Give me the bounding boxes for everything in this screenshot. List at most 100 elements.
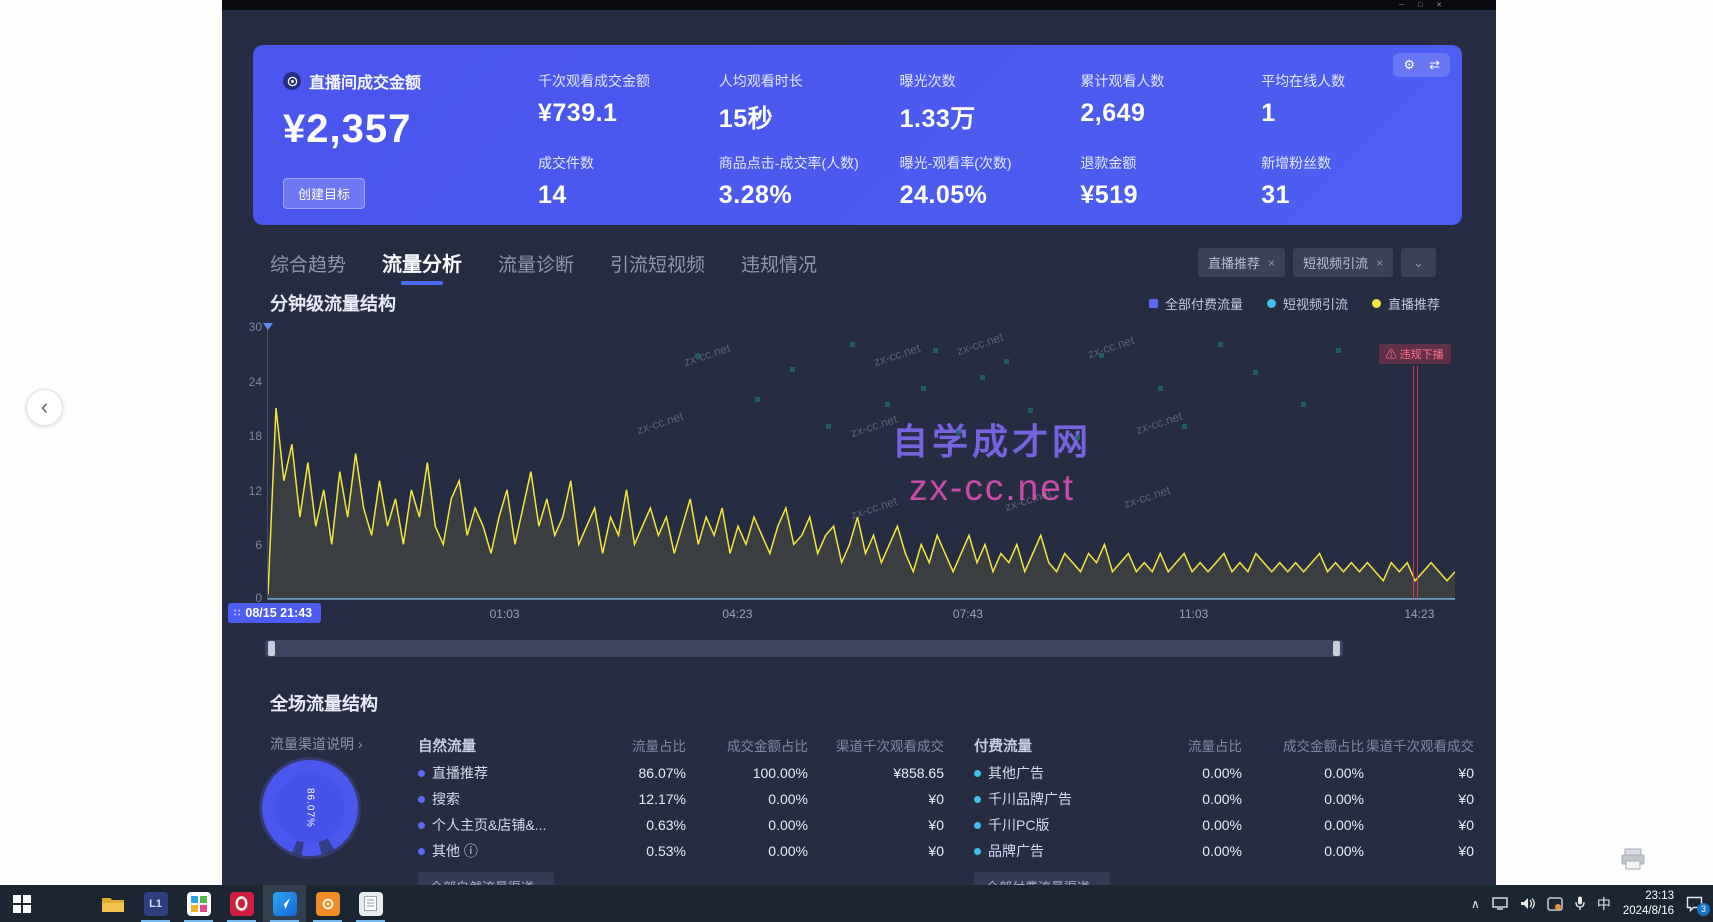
start-button[interactable] xyxy=(0,885,43,922)
filter-chip-live-recommend[interactable]: 直播推荐 × xyxy=(1198,248,1285,277)
x-tick: 04:23 xyxy=(722,607,752,621)
metric-cell: 成交件数 14 xyxy=(538,153,709,210)
printer-icon[interactable] xyxy=(1621,848,1645,870)
y-tick: 12 xyxy=(238,484,262,498)
snip-tool-icon[interactable] xyxy=(1547,897,1563,911)
tab-traffic-analysis[interactable]: 流量分析 xyxy=(382,248,462,285)
primary-metric-value: ¥2,357 xyxy=(283,107,538,152)
opera-icon xyxy=(230,892,254,916)
microphone-icon[interactable] xyxy=(1575,896,1585,911)
legend-item-paid[interactable]: 全部付费流量 xyxy=(1149,294,1243,313)
channel-explain-link[interactable]: 流量渠道说明 › xyxy=(270,734,363,754)
decor-speck xyxy=(1158,386,1163,391)
filter-chip-short-video[interactable]: 短视频引流 × xyxy=(1293,248,1393,277)
create-goal-button[interactable]: 创建目标 xyxy=(283,178,365,209)
all-paid-channels-link[interactable]: 全部付费流量渠道 › xyxy=(974,872,1110,885)
decor-speck xyxy=(1182,424,1187,429)
table-row[interactable]: 其他 ⓘ 0.53% 0.00% ¥0 xyxy=(418,838,944,864)
primary-metric-label: 直播间成交金额 xyxy=(283,69,538,93)
natural-traffic-table: 自然流量 流量占比 成交金额占比 渠道千次观看成交 直播推荐 86.07% 10… xyxy=(418,730,944,885)
decor-speck xyxy=(1075,435,1080,440)
chart-range-slider[interactable] xyxy=(265,640,1343,657)
swap-icon[interactable]: ⇄ xyxy=(1429,57,1440,73)
legend-marker xyxy=(1267,299,1276,308)
table-row[interactable]: 品牌广告 0.00% 0.00% ¥0 xyxy=(974,838,1474,864)
network-icon[interactable] xyxy=(1492,897,1508,910)
table-row[interactable]: 千川品牌广告 0.00% 0.00% ¥0 xyxy=(974,786,1474,812)
table-header: 付费流量 流量占比 成交金额占比 渠道千次观看成交 xyxy=(974,730,1474,760)
filter-dropdown[interactable]: ⌄ xyxy=(1401,248,1436,277)
taskbar-app-office-hub[interactable] xyxy=(177,885,220,922)
taskbar-app-explorer[interactable] xyxy=(91,885,134,922)
analytics-app-window: ─ □ ✕ 直播间成交金额 ¥2,357 创建目标 千次观看成交金额 ¥739.… xyxy=(222,0,1496,885)
series-bullet xyxy=(418,770,425,777)
slider-handle-right[interactable] xyxy=(1333,641,1340,656)
donut-center: 86.07% xyxy=(275,773,345,843)
x-tick: 14:23 xyxy=(1404,607,1434,621)
banner-tools[interactable]: ⚙ ⇄ xyxy=(1393,53,1450,77)
decor-speck xyxy=(1218,342,1223,347)
table-row[interactable]: 搜索 12.17% 0.00% ¥0 xyxy=(418,786,944,812)
legend-marker xyxy=(1149,299,1158,308)
remove-chip-icon[interactable]: × xyxy=(1376,256,1383,270)
taskbar-app-pointer-active[interactable] xyxy=(263,885,306,922)
tab-overall-trend[interactable]: 综合趋势 xyxy=(270,250,346,285)
table-row[interactable]: 千川PC版 0.00% 0.00% ¥0 xyxy=(974,812,1474,838)
all-natural-channels-link[interactable]: 全部自然流量渠道 › xyxy=(418,872,554,885)
decor-speck xyxy=(850,342,855,347)
table-row[interactable]: 直播推荐 86.07% 100.00% ¥858.65 xyxy=(418,760,944,786)
tray-time: 23:13 xyxy=(1623,889,1674,903)
tab-violations[interactable]: 违规情况 xyxy=(741,250,817,285)
y-tick: 24 xyxy=(238,375,262,389)
decor-speck xyxy=(921,386,926,391)
legend-item-live-recommend[interactable]: 直播推荐 xyxy=(1372,294,1440,313)
tab-short-video[interactable]: 引流短视频 xyxy=(610,250,705,285)
tray-date: 2024/8/16 xyxy=(1623,904,1674,918)
chart-title: 分钟级流量结构 xyxy=(270,290,396,316)
violation-marker-line xyxy=(1413,366,1418,599)
windows-logo-icon xyxy=(13,895,31,913)
tray-chevron-icon[interactable]: ∧ xyxy=(1471,897,1480,911)
legend-marker xyxy=(1372,299,1381,308)
series-bullet xyxy=(418,822,425,829)
section-tabs: 综合趋势 流量分析 流量诊断 引流短视频 违规情况 xyxy=(270,248,817,285)
series-bullet xyxy=(418,848,425,855)
pointer-icon xyxy=(273,892,297,916)
taskbar-app-l1[interactable]: L1 xyxy=(134,885,177,922)
folder-icon xyxy=(101,894,125,914)
decor-speck xyxy=(790,367,795,372)
ime-indicator[interactable]: 中 xyxy=(1597,894,1611,914)
taskbar-app-opera[interactable] xyxy=(220,885,263,922)
y-tick: 30 xyxy=(238,320,262,334)
notification-center-icon[interactable]: 3 xyxy=(1686,896,1703,912)
table-row[interactable]: 个人主页&店铺&... 0.63% 0.00% ¥0 xyxy=(418,812,944,838)
taskbar-app-notepad[interactable] xyxy=(349,885,392,922)
carousel-back-button[interactable]: ‹ xyxy=(26,389,63,426)
slider-handle-left[interactable] xyxy=(268,641,275,656)
app-title-bar: ─ □ ✕ xyxy=(222,0,1496,10)
tray-clock[interactable]: 23:13 2024/8/16 xyxy=(1623,889,1674,918)
structure-section-title: 全场流量结构 xyxy=(270,690,378,716)
tab-traffic-diagnosis[interactable]: 流量诊断 xyxy=(498,250,574,285)
gear-icon[interactable]: ⚙ xyxy=(1403,57,1415,73)
remove-chip-icon[interactable]: × xyxy=(1268,256,1275,270)
metric-cell: 新增粉丝数 31 xyxy=(1261,153,1432,210)
traffic-donut-chart[interactable]: 86.07% xyxy=(262,760,358,856)
paid-traffic-table: 付费流量 流量占比 成交金额占比 渠道千次观看成交 其他广告 0.00% 0.0… xyxy=(974,730,1474,885)
volume-icon[interactable] xyxy=(1520,897,1535,910)
chevron-down-icon: ⌄ xyxy=(1413,255,1424,271)
taskbar-app-orange[interactable] xyxy=(306,885,349,922)
x-tick: 11:03 xyxy=(1179,607,1208,621)
decor-speck xyxy=(1301,402,1306,407)
traffic-line-chart[interactable]: 30 24 18 12 6 0 自学成才网 zx-cc.net ⚠ 违规下播 z… xyxy=(267,326,1455,600)
windows-taskbar: L1 xyxy=(0,885,1713,922)
chart-series xyxy=(268,326,1455,599)
table-row[interactable]: 其他广告 0.00% 0.00% ¥0 xyxy=(974,760,1474,786)
legend-item-short-video[interactable]: 短视频引流 xyxy=(1267,294,1348,313)
l1-app-icon: L1 xyxy=(144,892,168,916)
violation-annotation[interactable]: ⚠ 违规下播 xyxy=(1379,344,1451,364)
start-time-tag[interactable]: ∷ 08/15 21:43 xyxy=(228,603,321,623)
window-controls[interactable]: ─ □ ✕ xyxy=(1399,1,1448,9)
filter-chips: 直播推荐 × 短视频引流 × ⌄ xyxy=(1198,248,1436,277)
series-bullet xyxy=(974,848,981,855)
